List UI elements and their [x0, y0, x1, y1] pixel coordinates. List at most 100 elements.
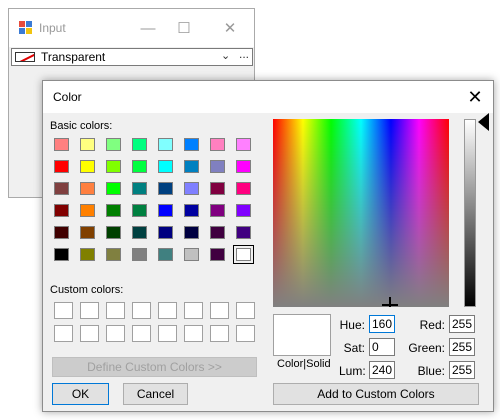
basic-color-swatch[interactable] [234, 202, 253, 219]
input-close-button[interactable]: ✕ [217, 15, 243, 41]
basic-color-swatch[interactable] [156, 224, 175, 241]
basic-color-swatch[interactable] [130, 202, 149, 219]
basic-color-swatch[interactable] [182, 158, 201, 175]
basic-color-swatch[interactable] [104, 246, 123, 263]
basic-color-swatch[interactable] [208, 202, 227, 219]
luminance-arrow-icon[interactable] [478, 113, 489, 131]
combo-value: Transparent [41, 50, 106, 64]
basic-color-swatch[interactable] [104, 202, 123, 219]
basic-color-swatch[interactable] [208, 136, 227, 153]
custom-color-swatch[interactable] [80, 325, 99, 342]
custom-color-swatch[interactable] [80, 302, 99, 319]
basic-color-swatch[interactable] [156, 180, 175, 197]
swatch-fill [210, 182, 225, 195]
basic-color-swatch[interactable] [78, 136, 97, 153]
basic-color-swatch[interactable] [233, 245, 254, 264]
custom-color-swatch[interactable] [106, 302, 125, 319]
hue-field[interactable] [369, 315, 395, 333]
basic-color-swatch[interactable] [52, 224, 71, 241]
basic-color-swatch[interactable] [156, 246, 175, 263]
cancel-button[interactable]: Cancel [123, 383, 188, 405]
basic-color-swatch[interactable] [208, 224, 227, 241]
custom-color-swatch[interactable] [132, 302, 151, 319]
define-custom-colors-button[interactable]: Define Custom Colors >> [52, 357, 257, 377]
basic-color-swatch[interactable] [52, 158, 71, 175]
basic-color-swatch[interactable] [182, 136, 201, 153]
basic-color-swatch[interactable] [130, 136, 149, 153]
basic-color-swatch[interactable] [182, 246, 201, 263]
minimize-button[interactable]: — [135, 15, 161, 41]
add-to-custom-colors-button[interactable]: Add to Custom Colors [273, 383, 479, 405]
basic-color-swatch[interactable] [234, 180, 253, 197]
luminance-slider[interactable] [464, 119, 476, 307]
swatch-fill [80, 204, 95, 217]
basic-color-swatch[interactable] [182, 180, 201, 197]
chevron-down-icon[interactable]: ⌄ [221, 49, 230, 62]
basic-color-swatch[interactable] [208, 180, 227, 197]
basic-color-swatch[interactable] [104, 158, 123, 175]
color-combo[interactable]: Transparent ⌄ ... [11, 47, 253, 66]
swatch-fill [236, 160, 251, 173]
swatch-fill [54, 248, 69, 261]
swatch-fill [106, 160, 121, 173]
green-field[interactable] [449, 338, 475, 356]
swatch-fill [210, 248, 225, 261]
basic-color-swatch[interactable] [78, 246, 97, 263]
dialog-titlebar: Color ✕ [43, 81, 493, 113]
basic-color-swatch[interactable] [104, 224, 123, 241]
basic-color-swatch[interactable] [130, 246, 149, 263]
custom-color-swatch[interactable] [236, 325, 255, 342]
basic-color-swatch[interactable] [52, 202, 71, 219]
basic-color-swatch[interactable] [156, 158, 175, 175]
custom-color-swatch[interactable] [158, 302, 177, 319]
color-spectrum[interactable] [273, 119, 449, 307]
swatch-fill [132, 182, 147, 195]
custom-color-swatch[interactable] [132, 325, 151, 342]
basic-color-swatch[interactable] [130, 224, 149, 241]
lum-field[interactable] [369, 361, 395, 379]
custom-color-swatch[interactable] [236, 302, 255, 319]
input-window-title: Input [39, 21, 66, 35]
custom-color-swatch[interactable] [210, 325, 229, 342]
basic-color-swatch[interactable] [52, 246, 71, 263]
basic-color-swatch[interactable] [52, 180, 71, 197]
basic-color-swatch[interactable] [52, 136, 71, 153]
app-icon [19, 21, 32, 34]
basic-color-swatch[interactable] [130, 180, 149, 197]
swatch-fill [210, 138, 225, 151]
custom-color-swatch[interactable] [184, 325, 203, 342]
custom-color-swatch[interactable] [158, 325, 177, 342]
basic-color-swatch[interactable] [78, 224, 97, 241]
dialog-close-button[interactable]: ✕ [461, 84, 489, 110]
basic-color-swatch[interactable] [130, 158, 149, 175]
basic-color-swatch[interactable] [78, 180, 97, 197]
close-icon: ✕ [223, 20, 237, 37]
custom-color-swatch[interactable] [184, 302, 203, 319]
custom-color-swatch[interactable] [54, 302, 73, 319]
color-solid-label: Color|Solid [277, 358, 331, 370]
basic-color-swatch[interactable] [208, 158, 227, 175]
blue-field[interactable] [449, 361, 475, 379]
basic-color-swatch[interactable] [234, 136, 253, 153]
custom-color-swatch[interactable] [210, 302, 229, 319]
ok-button[interactable]: OK [52, 383, 109, 405]
basic-color-swatch[interactable] [78, 158, 97, 175]
basic-color-swatch[interactable] [234, 158, 253, 175]
custom-color-swatch[interactable] [54, 325, 73, 342]
basic-color-swatch[interactable] [208, 246, 227, 263]
sat-field[interactable] [369, 338, 395, 356]
basic-colors-label: Basic colors: [50, 120, 113, 132]
basic-color-swatch[interactable] [78, 202, 97, 219]
maximize-button[interactable]: ☐ [171, 15, 197, 41]
basic-color-swatch[interactable] [234, 224, 253, 241]
basic-color-swatch[interactable] [104, 180, 123, 197]
basic-color-swatch[interactable] [182, 202, 201, 219]
red-field[interactable] [449, 315, 475, 333]
basic-color-swatch[interactable] [104, 136, 123, 153]
basic-color-swatch[interactable] [156, 136, 175, 153]
basic-color-swatch[interactable] [156, 202, 175, 219]
basic-color-swatch[interactable] [182, 224, 201, 241]
dialog-title: Color [53, 90, 82, 104]
ellipsis-button[interactable]: ... [239, 47, 249, 61]
custom-color-swatch[interactable] [106, 325, 125, 342]
